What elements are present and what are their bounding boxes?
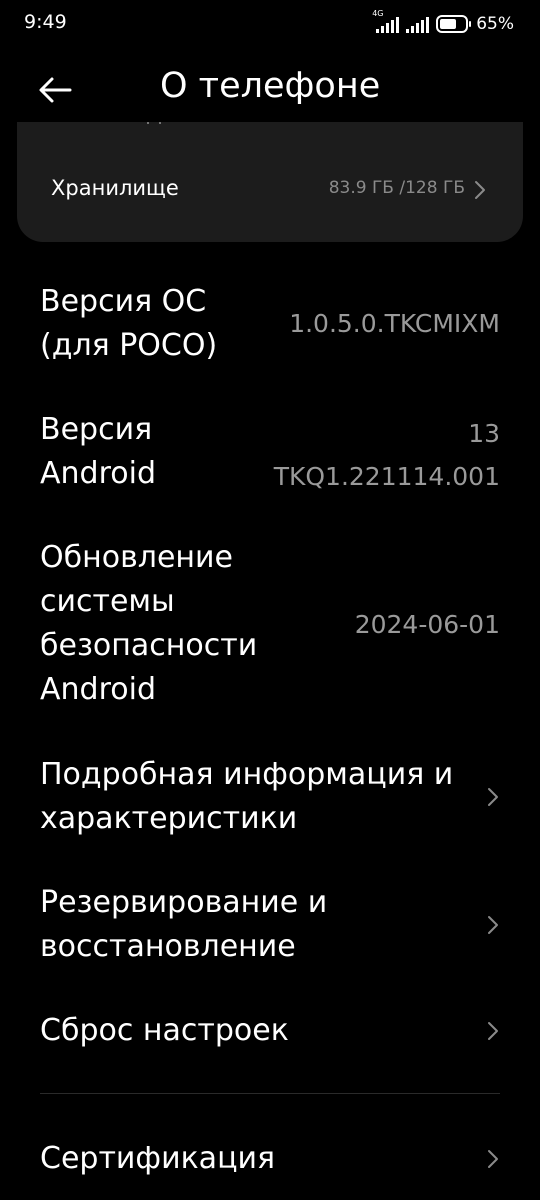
section-divider — [40, 1093, 500, 1094]
signal-4g-icon: 4G — [372, 9, 400, 34]
status-bar: 9:49 4G 65% — [0, 0, 540, 50]
os-version-label: Версия ОС (для POCO) — [40, 284, 218, 363]
storage-label: Хранилище — [51, 176, 179, 200]
chevron-right-icon — [486, 786, 500, 808]
status-time: 9:49 — [24, 11, 67, 33]
page-title: О телефоне — [160, 66, 381, 106]
factory-reset-label: Сброс настроек — [40, 1013, 289, 1048]
android-version-row: Версия Android 13 TKQ1.221114.001 — [0, 408, 540, 498]
detailed-info-row[interactable]: Подробная информация и характеристики — [0, 753, 540, 843]
factory-reset-row[interactable]: Сброс настроек — [0, 1009, 540, 1055]
chevron-right-icon — [473, 179, 487, 201]
backup-restore-row[interactable]: Резервирование и восстановление — [0, 881, 540, 971]
chevron-right-icon — [486, 1020, 500, 1042]
os-version-value: 1.0.5.0.TKCMIXM — [289, 309, 500, 338]
certification-label: Сертификация — [40, 1141, 276, 1176]
os-version-row: Версия ОС (для POCO) 1.0.5.0.TKCMIXM — [0, 280, 540, 370]
android-version-value: 13 TKQ1.221114.001 — [273, 419, 500, 491]
storage-value: 83.9 ГБ /128 ГБ — [328, 178, 465, 198]
network-type-label: 4G — [372, 9, 384, 18]
battery-icon — [436, 15, 472, 33]
backup-restore-label: Резервирование и восстановление — [40, 885, 328, 964]
android-version-label: Версия Android — [40, 412, 156, 491]
storage-row[interactable]: Хранилище 83.9 ГБ /128 ГБ — [17, 168, 523, 212]
certification-row[interactable]: Сертификация — [0, 1137, 540, 1183]
battery-percent: 65% — [476, 14, 514, 34]
security-update-label: Обновление системы безопасности Android — [40, 540, 258, 707]
back-arrow-icon[interactable] — [34, 68, 78, 112]
detailed-info-label: Подробная информация и характеристики — [40, 757, 454, 836]
signal-icon — [404, 14, 430, 34]
status-icons: 4G 65% — [372, 9, 514, 36]
app-header: О телефоне — [0, 58, 540, 122]
chevron-right-icon — [486, 914, 500, 936]
security-update-row: Обновление системы безопасности Android … — [0, 536, 540, 714]
chevron-right-icon — [486, 1148, 500, 1170]
battery-level — [440, 19, 457, 29]
security-update-value: 2024-06-01 — [354, 610, 500, 639]
